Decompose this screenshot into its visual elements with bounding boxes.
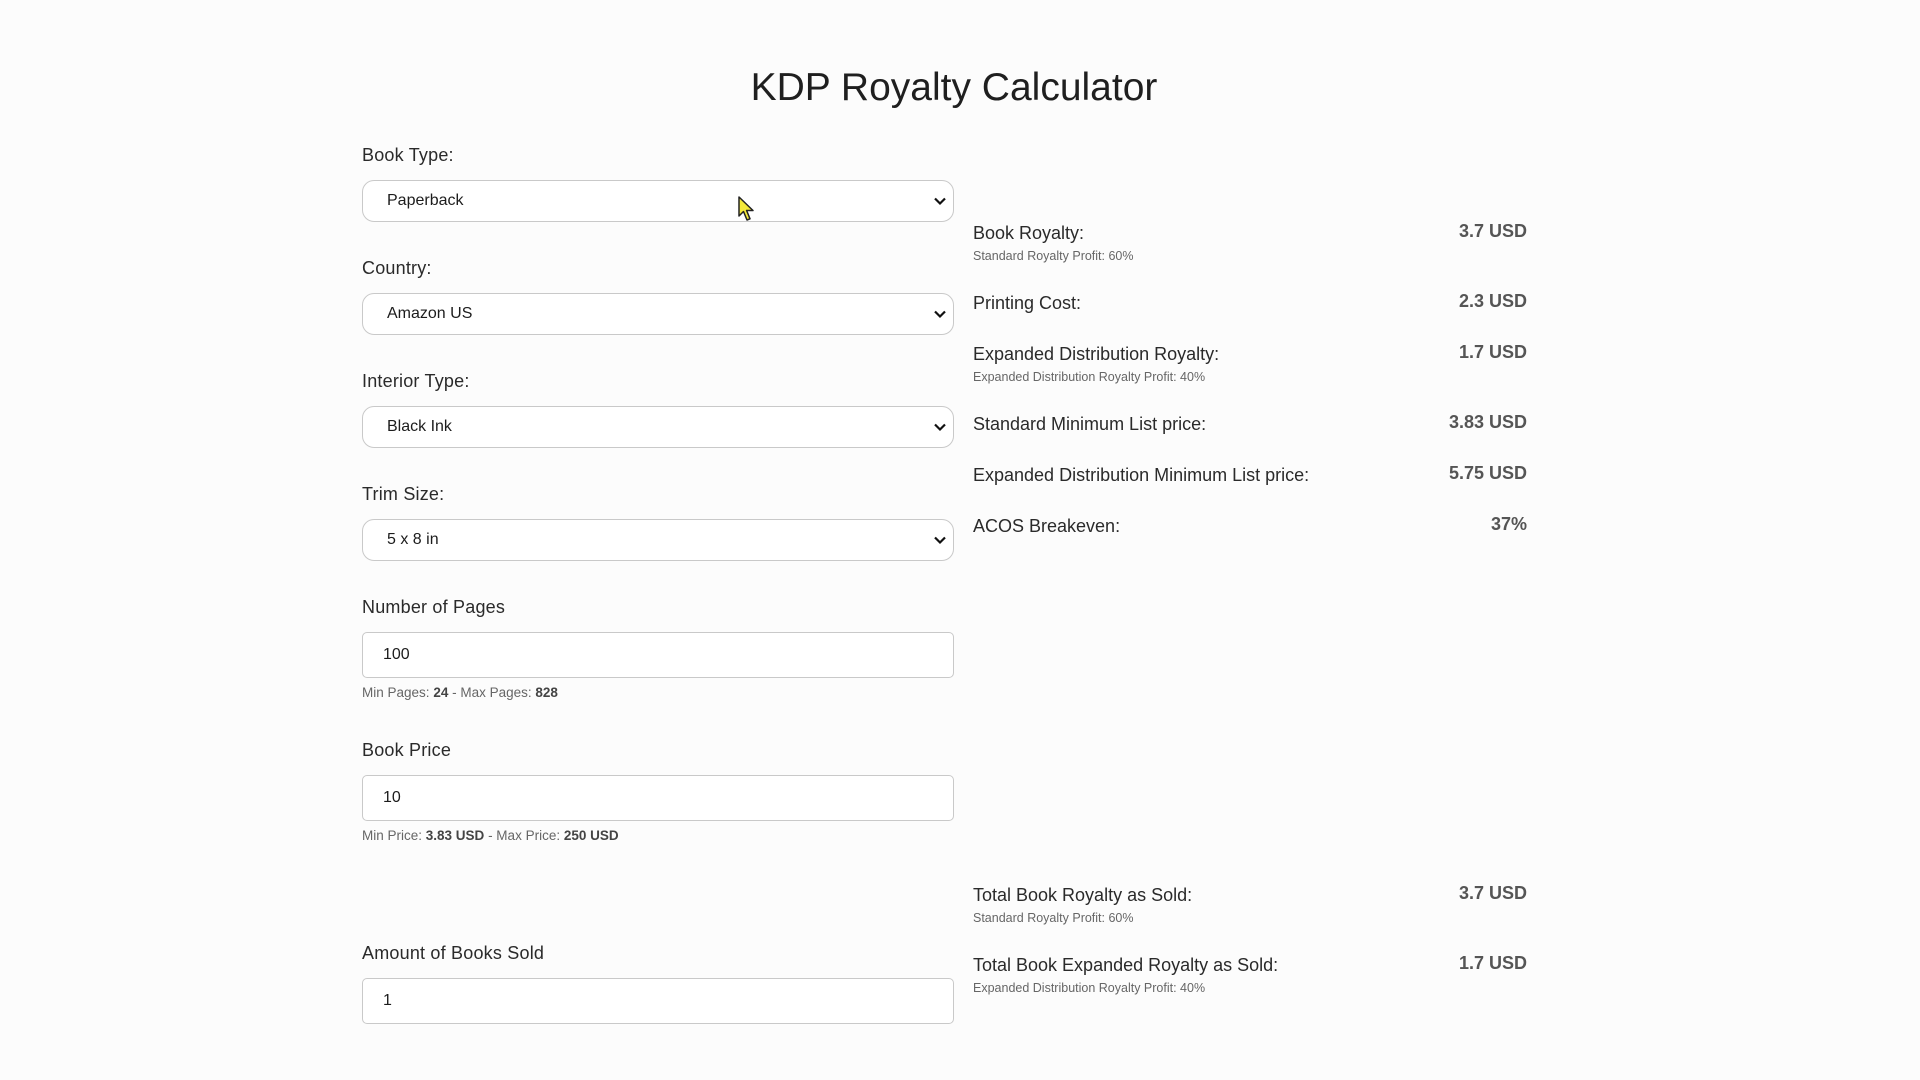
trim-size-select[interactable]: 5 x 8 in (362, 519, 954, 561)
expanded-royalty-row: Expanded Distribution Royalty: Expanded … (973, 342, 1527, 384)
chevron-down-icon (934, 197, 946, 206)
total-royalty-label: Total Book Royalty as Sold: (973, 885, 1193, 905)
total-expanded-row: Total Book Expanded Royalty as Sold: Exp… (973, 953, 1527, 995)
mouse-pointer-icon (738, 196, 754, 221)
pages-hint-min-value: 24 (433, 685, 449, 700)
expanded-royalty-sub: Expanded Distribution Royalty Profit: 40… (973, 370, 1206, 384)
price-hint-min-value: 3.83 USD (425, 828, 485, 843)
price-hint-min-label: Min Price: (362, 828, 423, 843)
page-title: KDP Royalty Calculator (750, 66, 1158, 109)
expanded-royalty-label: Expanded Distribution Royalty: (973, 344, 1220, 364)
exp-min-price-label: Expanded Distribution Minimum List price… (973, 465, 1310, 485)
book-royalty-label: Book Royalty: (973, 223, 1085, 243)
acos-row: ACOS Breakeven: 37% (973, 514, 1527, 537)
country-value: Amazon US (387, 305, 473, 322)
printing-cost-value: 2.3 USD (1458, 291, 1527, 311)
total-royalty-row: Total Book Royalty as Sold: Standard Roy… (973, 883, 1527, 925)
pages-hint: Min Pages: 24 - Max Pages: 828 (362, 685, 954, 700)
book-type-label: Book Type: (362, 145, 454, 165)
total-royalty-value: 3.7 USD (1458, 883, 1527, 903)
total-expanded-value: 1.7 USD (1458, 953, 1527, 973)
printing-cost-row: Printing Cost: 2.3 USD (973, 291, 1527, 314)
price-input[interactable] (362, 775, 954, 821)
country-select[interactable]: Amazon US (362, 293, 954, 335)
chevron-down-icon (934, 423, 946, 432)
pages-hint-sep: - Max Pages: (448, 685, 532, 700)
printing-cost-label: Printing Cost: (973, 293, 1082, 313)
sold-label: Amount of Books Sold (362, 943, 545, 963)
pages-input[interactable] (362, 632, 954, 678)
total-expanded-label: Total Book Expanded Royalty as Sold: (973, 955, 1279, 975)
acos-label: ACOS Breakeven: (973, 516, 1121, 536)
price-label: Book Price (362, 740, 452, 760)
std-min-price-label: Standard Minimum List price: (973, 414, 1207, 434)
chevron-down-icon (934, 536, 946, 545)
trim-size-label: Trim Size: (362, 484, 445, 504)
std-min-price-row: Standard Minimum List price: 3.83 USD (973, 412, 1527, 435)
book-type-value: Paperback (387, 192, 464, 209)
country-label: Country: (362, 258, 432, 278)
interior-type-select[interactable]: Black Ink (362, 406, 954, 448)
exp-min-price-row: Expanded Distribution Minimum List price… (973, 463, 1527, 486)
book-royalty-row: Book Royalty: Standard Royalty Profit: 6… (973, 221, 1527, 263)
interior-type-label: Interior Type: (362, 371, 470, 391)
chevron-down-icon (934, 310, 946, 319)
price-hint-max-value: 250 USD (563, 828, 619, 843)
trim-size-value: 5 x 8 in (387, 531, 439, 548)
price-hint: Min Price: 3.83 USD - Max Price: 250 USD (362, 828, 954, 843)
price-hint-sep: - Max Price: (484, 828, 561, 843)
pages-label: Number of Pages (362, 597, 506, 617)
book-type-select[interactable]: Paperback (362, 180, 954, 222)
exp-min-price-value: 5.75 USD (1448, 463, 1527, 483)
book-royalty-value: 3.7 USD (1458, 221, 1527, 241)
interior-type-value: Black Ink (387, 418, 452, 435)
pages-hint-max-value: 828 (535, 685, 558, 700)
pages-hint-min-label: Min Pages: (362, 685, 430, 700)
total-expanded-sub: Expanded Distribution Royalty Profit: 40… (973, 981, 1206, 995)
std-min-price-value: 3.83 USD (1448, 412, 1527, 432)
calculator-page: KDP Royalty Calculator Book Type: Paperb… (0, 0, 1920, 1080)
calculator-form: Book Type: Paperback Country: Amazon US … (362, 145, 954, 1024)
total-royalty-sub: Standard Royalty Profit: 60% (973, 911, 1134, 925)
acos-value: 37% (1490, 514, 1527, 534)
book-royalty-sub: Standard Royalty Profit: 60% (973, 249, 1134, 263)
sold-input[interactable] (362, 978, 954, 1024)
expanded-royalty-value: 1.7 USD (1458, 342, 1527, 362)
